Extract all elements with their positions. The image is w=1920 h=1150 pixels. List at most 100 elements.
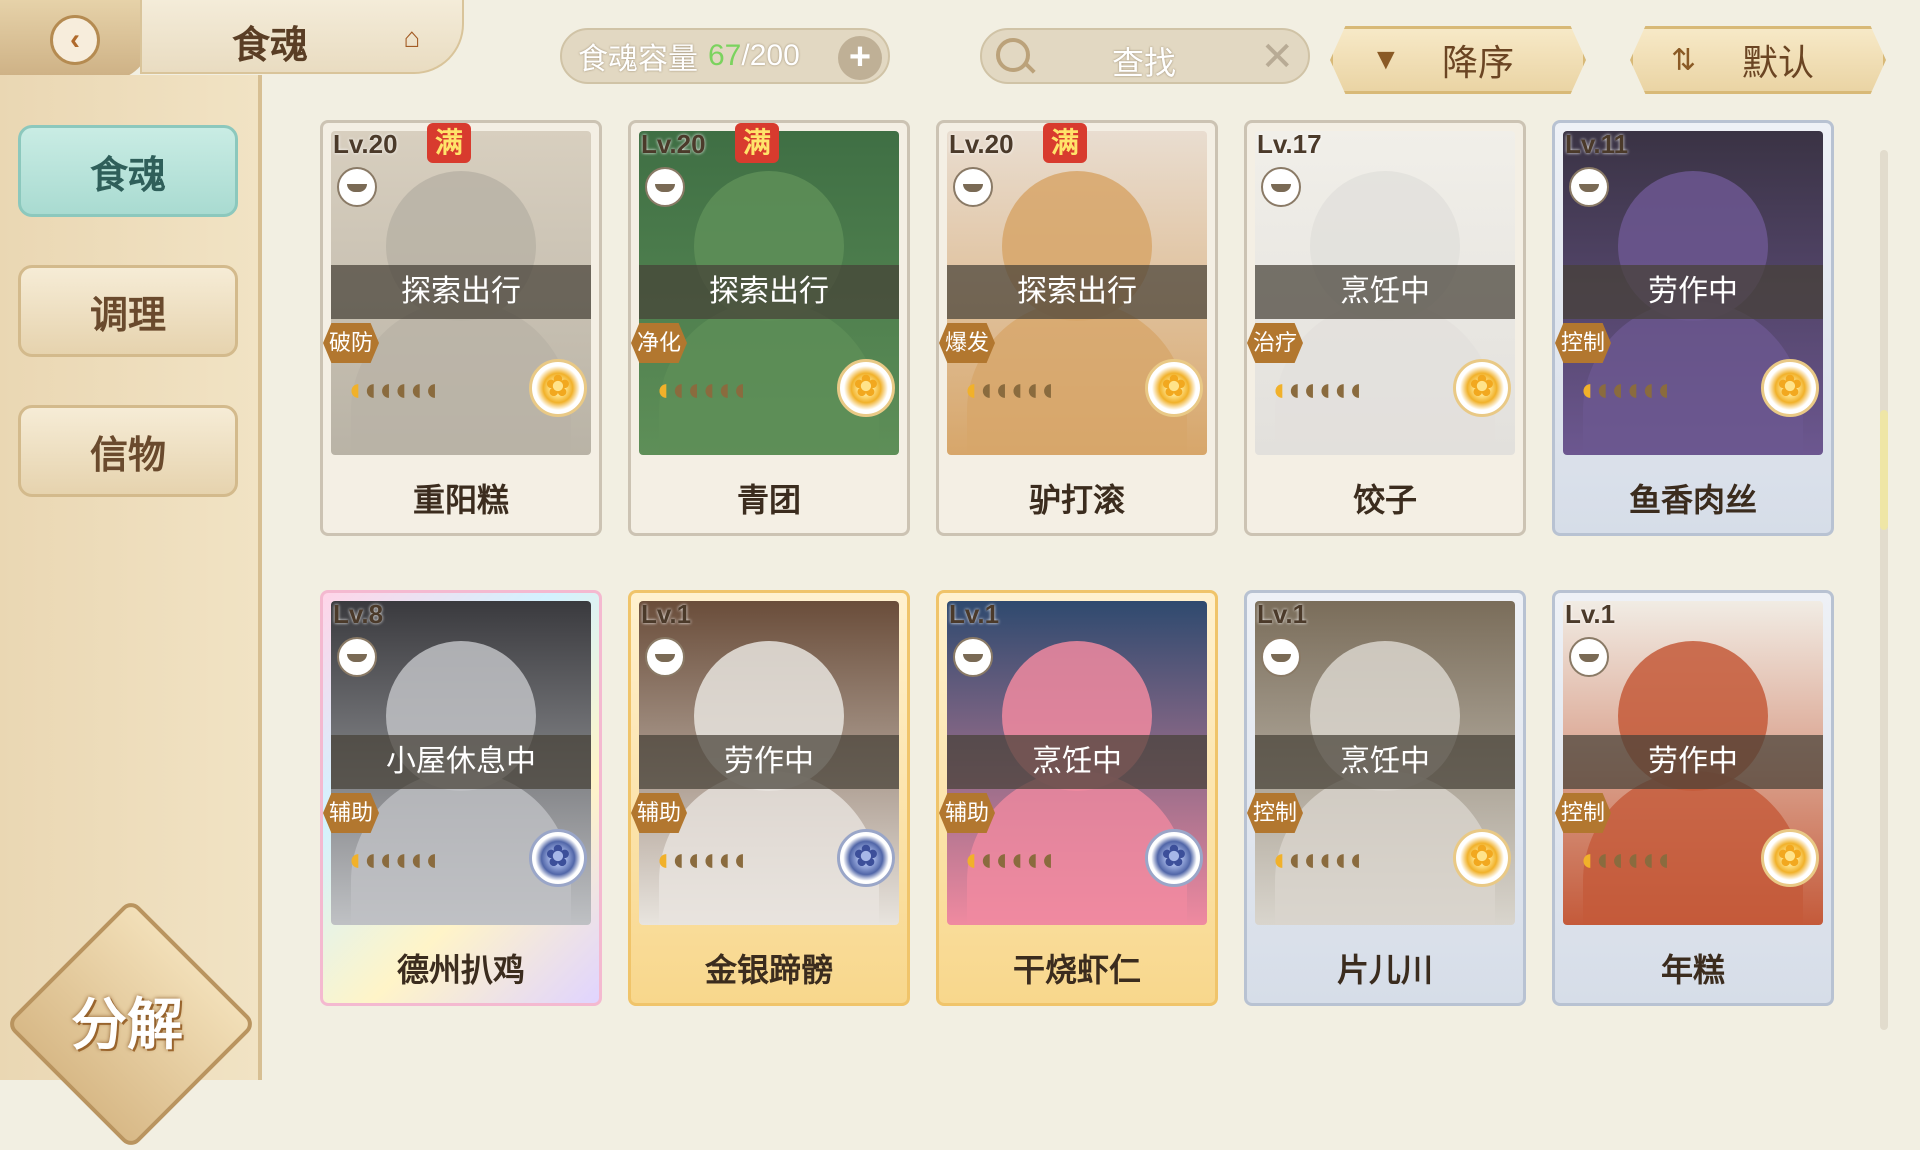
bowl-icon [645,637,685,677]
star-empty-icon: ◖ [1037,841,1057,877]
star-lit-icon: ◖ [653,371,672,407]
search-icon [996,38,1030,72]
star-empty-icon: ◖ [991,371,1011,407]
bowl-icon [1569,637,1609,677]
character-name: 饺子 [1352,482,1417,518]
tab-tokens[interactable]: 信物 [18,405,238,497]
star-empty-icon: ◖ [1653,371,1673,407]
back-button[interactable]: ‹ [0,0,150,80]
status-banner: 劳作中 [639,735,899,789]
level-label: Lv.1 [1565,599,1616,629]
food-soul-card[interactable]: Lv.20 满探索出行 净化 ◖◖◖◖◖◖ ✿ 青团 [628,120,910,536]
status-banner: 劳作中 [1563,265,1823,319]
page-title: 食魂 [232,25,309,67]
star-rating: ◖◖◖◖◖◖ [961,371,1057,408]
food-soul-card[interactable]: Lv.8 小屋休息中 辅助 ◖◖◖◖◖◖ ✿ 德州扒鸡 [320,590,602,1006]
role-badge: 辅助 [631,793,687,833]
star-empty-icon: ◖ [729,841,749,877]
food-soul-card[interactable]: Lv.11 劳作中 控制 ◖◖◖◖◖◖ ✿ 鱼香肉丝 [1552,120,1834,536]
star-empty-icon: ◖ [1022,371,1041,407]
capacity-label: 食魂容量 [578,43,698,76]
star-empty-icon: ◖ [375,371,395,407]
star-empty-icon: ◖ [1006,371,1026,407]
star-empty-icon: ◖ [1284,371,1303,407]
star-empty-icon: ◖ [375,841,395,877]
search-field[interactable]: 查找 ✕ [980,28,1310,84]
star-lit-icon: ◖ [961,841,980,877]
character-name: 重阳糕 [412,482,509,518]
role-badge: 控制 [1555,323,1611,363]
star-empty-icon: ◖ [1622,371,1642,407]
character-name: 德州扒鸡 [396,952,525,988]
character-name: 年糕 [1660,952,1725,988]
capacity-bar: 食魂容量 67 / 200 + [560,28,890,84]
clear-search-icon[interactable]: ✕ [1260,34,1294,80]
role-badge: 辅助 [323,793,379,833]
flower-icon: ✿ [1761,829,1819,887]
level-label: Lv.20 [949,129,1014,159]
star-empty-icon: ◖ [668,841,687,877]
pavilion-icon[interactable]: ⌂ [387,18,437,58]
star-rating: ◖◖◖◖◖◖ [1269,841,1365,878]
role-badge: 控制 [1555,793,1611,833]
decompose-label[interactable]: 分解 [42,980,212,1061]
star-empty-icon: ◖ [1653,841,1673,877]
level-label: Lv.20 [333,129,398,159]
bowl-icon [337,167,377,207]
star-rating: ◖◖◖◖◖◖ [345,371,441,408]
capacity-current: 67 [708,39,742,72]
level-label: Lv.8 [333,599,384,629]
bowl-icon [1261,637,1301,677]
add-capacity-button[interactable]: + [838,36,882,80]
max-level-badge: 满 [427,123,471,163]
flower-icon: ✿ [1453,359,1511,417]
star-empty-icon: ◖ [1314,371,1334,407]
scrollbar[interactable] [1880,150,1888,1030]
star-lit-icon: ◖ [1577,371,1596,407]
star-empty-icon: ◖ [1622,841,1642,877]
flower-icon: ✿ [837,359,895,417]
character-name: 青团 [736,482,801,518]
star-empty-icon: ◖ [714,841,733,877]
star-empty-icon: ◖ [1638,841,1657,877]
sort-mode-button[interactable]: ⇅ 默认 [1630,26,1886,94]
food-soul-card[interactable]: Lv.20 满探索出行 破防 ◖◖◖◖◖◖ ✿ 重阳糕 [320,120,602,536]
star-empty-icon: ◖ [360,371,379,407]
star-empty-icon: ◖ [1006,841,1026,877]
star-empty-icon: ◖ [1314,841,1334,877]
role-badge: 治疗 [1247,323,1303,363]
star-rating: ◖◖◖◖◖◖ [345,841,441,878]
star-empty-icon: ◖ [1345,841,1365,877]
star-rating: ◖◖◖◖◖◖ [653,841,749,878]
bowl-icon [953,637,993,677]
sidebar: 食魂 调理 信物 分解 [0,75,262,1150]
food-soul-card[interactable]: Lv.1 烹饪中 辅助 ◖◖◖◖◖◖ ✿ 干烧虾仁 [936,590,1218,1006]
status-banner: 小屋休息中 [331,735,591,789]
food-soul-card[interactable]: Lv.17 烹饪中 治疗 ◖◖◖◖◖◖ ✿ 饺子 [1244,120,1526,536]
star-empty-icon: ◖ [390,841,410,877]
flower-icon: ✿ [529,829,587,887]
flower-icon: ✿ [1761,359,1819,417]
status-banner: 探索出行 [639,265,899,319]
food-soul-card[interactable]: Lv.1 劳作中 控制 ◖◖◖◖◖◖ ✿ 年糕 [1552,590,1834,1006]
sort-order-button[interactable]: ▼ 降序 [1330,26,1586,94]
star-empty-icon: ◖ [729,371,749,407]
star-lit-icon: ◖ [1269,841,1288,877]
star-rating: ◖◖◖◖◖◖ [1577,841,1673,878]
character-name: 鱼香肉丝 [1628,482,1757,518]
character-name: 干烧虾仁 [1012,952,1141,988]
character-name: 片儿川 [1336,952,1433,988]
level-label: Lv.1 [1257,599,1308,629]
star-rating: ◖◖◖◖◖◖ [653,371,749,408]
star-empty-icon: ◖ [976,371,995,407]
food-soul-card[interactable]: Lv.1 劳作中 辅助 ◖◖◖◖◖◖ ✿ 金银蹄髈 [628,590,910,1006]
star-rating: ◖◖◖◖◖◖ [1577,371,1673,408]
food-soul-card[interactable]: Lv.1 烹饪中 控制 ◖◖◖◖◖◖ ✿ 片儿川 [1244,590,1526,1006]
star-empty-icon: ◖ [1330,841,1349,877]
scrollbar-thumb[interactable] [1880,410,1888,530]
tab-food-souls[interactable]: 食魂 [18,125,238,217]
food-soul-card[interactable]: Lv.20 满探索出行 爆发 ◖◖◖◖◖◖ ✿ 驴打滚 [936,120,1218,536]
star-empty-icon: ◖ [1345,371,1365,407]
tab-conditioning[interactable]: 调理 [18,265,238,357]
search-placeholder: 查找 [1112,45,1177,81]
